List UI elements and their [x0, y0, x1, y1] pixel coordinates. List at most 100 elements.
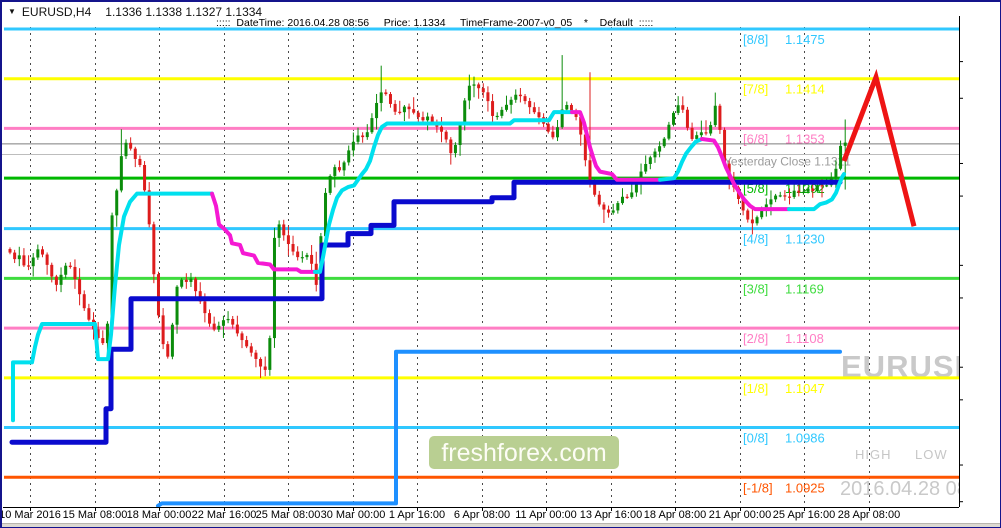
candle-body	[523, 96, 527, 102]
candle-body	[240, 333, 244, 341]
candle-body	[546, 123, 550, 132]
candle-body	[709, 125, 713, 134]
candle-body	[138, 158, 142, 166]
candle-body	[259, 358, 263, 367]
candle-body	[644, 163, 648, 172]
candle-body	[208, 313, 212, 324]
candle-body	[676, 105, 680, 113]
candle-body	[825, 185, 829, 187]
candle-body	[379, 92, 383, 103]
candle-body	[797, 190, 801, 193]
candle-body	[412, 109, 416, 113]
candle-body	[662, 138, 666, 147]
price-chart-canvas[interactable]: freshforex.com EURUSD HIGH LOW 2016.04.2…	[2, 2, 1001, 528]
candle-body	[356, 135, 360, 142]
candle-body	[54, 276, 58, 285]
candle-body	[305, 254, 309, 258]
price-axis[interactable]: 1.14351.13901.13101.12701.11851.11451.10…	[959, 2, 1000, 523]
candle-body	[101, 338, 105, 344]
candle-body	[444, 131, 448, 140]
candle-body	[407, 106, 411, 110]
candle-body	[124, 142, 128, 157]
murrey-level-price: 1.0925	[785, 480, 825, 495]
candle-body	[27, 265, 31, 267]
murrey-level-price: 1.1169	[785, 281, 824, 296]
candle-body	[59, 274, 63, 285]
candle-body	[801, 191, 805, 193]
candle-body	[750, 219, 754, 224]
candle-body	[815, 185, 819, 192]
murrey-level-price: 1.1047	[785, 381, 825, 396]
candle-body	[774, 195, 778, 200]
candle-body	[421, 117, 425, 121]
candle-body	[203, 301, 207, 314]
candle-body	[528, 101, 532, 108]
candle-body	[769, 199, 773, 205]
candle-body	[746, 210, 750, 220]
candle-body	[337, 167, 341, 171]
candle-body	[388, 94, 392, 104]
high-watermark-label: HIGH	[855, 447, 892, 462]
candle-body	[161, 315, 165, 345]
chart-menu-dropdown-icon[interactable]: ▼	[8, 7, 16, 16]
candle-body	[249, 346, 253, 353]
candle-body	[792, 190, 796, 197]
candle-body	[8, 249, 12, 253]
murrey-level-price: 1.1230	[785, 232, 825, 247]
candle-body	[449, 139, 453, 154]
candle-body	[500, 109, 504, 116]
candle-body	[365, 132, 369, 138]
candle-body	[87, 308, 91, 320]
candle-body	[537, 112, 541, 118]
candle-body	[40, 249, 44, 255]
candle-body	[272, 237, 276, 339]
candle-body	[68, 265, 72, 267]
candle-body	[486, 92, 490, 102]
murrey-level-price: 1.1414	[785, 82, 825, 97]
candle-body	[31, 257, 35, 267]
mt4-chart-window: freshforex.com EURUSD HIGH LOW 2016.04.2…	[0, 0, 1001, 528]
candle-body	[416, 112, 420, 118]
candle-body	[514, 94, 518, 100]
candle-body	[588, 160, 592, 182]
candle-body	[565, 104, 569, 110]
candle-body	[518, 94, 522, 97]
low-watermark-label: LOW	[915, 447, 948, 462]
candle-body	[477, 84, 481, 89]
candle-body	[300, 257, 304, 259]
candle-body	[398, 111, 402, 113]
candle-body	[426, 116, 430, 121]
candle-body	[495, 115, 499, 118]
candle-body	[755, 217, 759, 224]
candle-body	[811, 188, 815, 192]
candle-body	[50, 264, 54, 277]
candle-body	[690, 127, 694, 139]
candle-body	[245, 340, 249, 347]
candle-body	[133, 148, 137, 159]
candle-body	[713, 105, 717, 126]
time-tick-label: 28 Apr 08:00	[837, 509, 901, 521]
forecast-arrow	[841, 68, 917, 227]
candle-body	[370, 118, 374, 133]
candle-body	[277, 224, 281, 238]
candle-body	[685, 109, 689, 128]
time-axis[interactable]: 10 Mar 2016 15 Mar 08:00 18 Mar 00:00 22 Ma…	[2, 507, 959, 523]
candle-body	[778, 195, 782, 197]
candle-body	[115, 190, 119, 216]
candle-body	[17, 255, 21, 260]
candle-body	[22, 255, 26, 266]
candle-body	[189, 278, 193, 282]
candle-body	[170, 324, 174, 357]
candle-body	[616, 203, 620, 211]
candle-body	[806, 188, 810, 192]
candle-body	[839, 145, 843, 169]
candle-body	[788, 196, 792, 198]
candle-body	[453, 145, 457, 154]
fast-step-magenta-1-line	[210, 191, 317, 274]
candle-body	[175, 286, 179, 325]
candle-body	[82, 294, 86, 309]
indicator-header-info: ::::: DateTime: 2016.04.28 08:56 Price: …	[216, 17, 654, 29]
candle-body	[607, 209, 611, 213]
candle-body	[653, 151, 657, 158]
murrey-level-fraction: [8/8]	[743, 32, 768, 47]
